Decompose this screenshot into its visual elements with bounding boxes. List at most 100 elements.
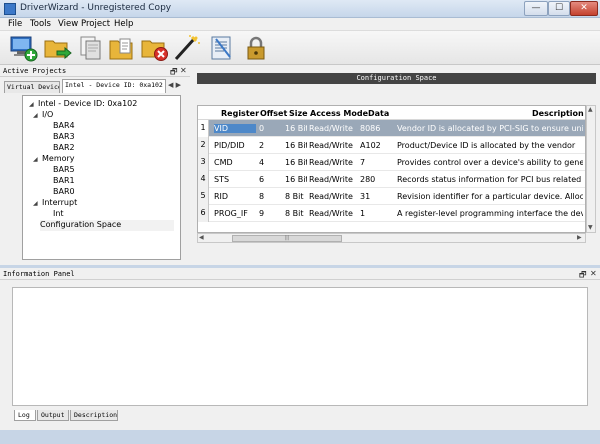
vertical-scrollbar[interactable]: ▲ ▼ — [586, 105, 596, 233]
menu-help[interactable]: Help — [114, 19, 133, 29]
tab-log[interactable]: Log — [14, 410, 36, 421]
scroll-thumb[interactable]: ||| — [232, 235, 342, 242]
cell-access-mode: Read/Write — [309, 158, 353, 167]
tab-intel-device[interactable]: Intel - Device ID: 0xa102 — [62, 79, 166, 93]
new-project-button[interactable] — [9, 33, 39, 63]
cell-offset: 9 — [259, 209, 265, 218]
cell-size: 8 Bit — [285, 192, 304, 201]
cell-access-mode: Read/Write — [309, 209, 353, 218]
column-header-register[interactable]: Register — [221, 109, 259, 118]
scroll-down-icon[interactable]: ▼ — [588, 224, 593, 231]
menu-project[interactable]: Project — [81, 19, 110, 29]
expand-arrow-icon[interactable]: ◢ — [33, 112, 38, 119]
scroll-right-icon[interactable]: ▶ — [577, 234, 582, 241]
open-project-icon — [44, 40, 72, 60]
cell-register: RID — [214, 192, 229, 201]
table-row[interactable]: 2 PID/DID 2 16 Bit Read/Write A102 Produ… — [198, 137, 585, 154]
tab-description[interactable]: Description — [70, 410, 118, 421]
open-project-button[interactable] — [43, 33, 73, 63]
pin-icon[interactable]: 🗗 — [170, 66, 178, 80]
table-row[interactable]: 5 RID 8 8 Bit Read/Write 31 Revision ide… — [198, 188, 585, 205]
log-text-area[interactable] — [12, 287, 588, 406]
cell-description: Records status information for PCI bus r… — [397, 175, 583, 184]
configuration-space-panel: Configuration Space Register Offset Size… — [197, 73, 596, 245]
close-project-button[interactable] — [140, 33, 170, 63]
generate-code-icon — [174, 35, 200, 61]
tab-scroll: ◀ ▶ — [168, 81, 188, 92]
tree-item-bar3[interactable]: BAR3 — [53, 132, 75, 143]
cell-data[interactable]: 1 — [360, 209, 394, 218]
compile-icon — [211, 36, 231, 60]
column-header-access-mode[interactable]: Access Mode — [310, 109, 368, 118]
tree-item-configuration-space[interactable]: Configuration Space — [40, 220, 174, 231]
close-panel-icon[interactable]: ✕ — [180, 66, 187, 75]
tab-output[interactable]: Output — [37, 410, 69, 421]
project-tree: ◢ Intel - Device ID: 0xa102 ◢ I/O BAR4 B… — [22, 95, 181, 260]
cell-description: Provides control over a device's ability… — [397, 158, 583, 167]
tree-item-bar4[interactable]: BAR4 — [53, 121, 75, 132]
register-lock-button[interactable] — [241, 33, 271, 63]
tree-item-int[interactable]: Int — [53, 209, 64, 220]
column-header-description[interactable]: Description — [532, 109, 584, 118]
cell-access-mode: Read/Write — [309, 175, 353, 184]
menu-tools[interactable]: Tools — [30, 19, 51, 29]
close-project-icon — [141, 40, 168, 61]
close-panel-icon[interactable]: ✕ — [590, 269, 597, 278]
title-bar: DriverWizard - Unregistered Copy — ☐ ✕ — [0, 0, 600, 18]
chevron-right-icon[interactable]: ▶ — [176, 81, 181, 89]
table-row[interactable]: 6 PROG_IF 9 8 Bit Read/Write 1 A registe… — [198, 205, 585, 222]
tab-virtual-device[interactable]: Virtual Device — [4, 81, 60, 93]
cell-register: CMD — [214, 158, 233, 167]
cell-offset: 8 — [259, 192, 265, 201]
expand-arrow-icon[interactable]: ◢ — [29, 101, 34, 108]
row-number: 1 — [198, 120, 209, 137]
scroll-left-icon[interactable]: ◀ — [199, 234, 204, 241]
column-header-size[interactable]: Size — [289, 109, 308, 118]
cell-data[interactable]: A102 — [360, 141, 394, 150]
column-header-data[interactable]: Data — [368, 109, 389, 118]
cell-size: 16 Bit — [285, 124, 307, 133]
register-table: Register Offset Size Access Mode Data De… — [197, 105, 586, 233]
column-header-offset[interactable]: Offset — [260, 109, 287, 118]
minimize-button[interactable]: — — [524, 1, 548, 16]
copy-project-button[interactable] — [76, 33, 106, 63]
configuration-space-title: Configuration Space — [197, 73, 596, 84]
pin-icon[interactable]: 🗗 — [579, 269, 587, 283]
cell-description: Product/Device ID is allocated by the ve… — [397, 141, 576, 150]
cell-data[interactable]: 8086 — [360, 124, 394, 133]
cell-register: STS — [214, 175, 230, 184]
expand-arrow-icon[interactable]: ◢ — [33, 156, 38, 163]
table-header: Register Offset Size Access Mode Data De… — [198, 106, 585, 120]
row-number: 3 — [198, 154, 209, 171]
cell-offset: 2 — [259, 141, 265, 150]
app-icon — [4, 3, 16, 15]
tree-item-bar1[interactable]: BAR1 — [53, 176, 75, 187]
menu-file[interactable]: File — [8, 19, 22, 29]
tree-item-bar5[interactable]: BAR5 — [53, 165, 75, 176]
close-button[interactable]: ✕ — [570, 1, 598, 16]
toolbar — [0, 31, 600, 65]
panel-title: Information Panel — [3, 270, 75, 278]
tree-item-bar0[interactable]: BAR0 — [53, 187, 75, 198]
cell-size: 8 Bit — [285, 209, 304, 218]
horizontal-scrollbar[interactable]: ◀ ||| ▶ — [197, 233, 586, 243]
maximize-button[interactable]: ☐ — [548, 1, 570, 16]
cell-access-mode: Read/Write — [309, 141, 353, 150]
menu-view[interactable]: View — [58, 19, 78, 29]
scroll-up-icon[interactable]: ▲ — [588, 106, 593, 113]
information-panel-header: Information Panel 🗗 ✕ — [0, 268, 600, 280]
table-row[interactable]: 1 VID 0 16 Bit Read/Write 8086 Vendor ID… — [198, 120, 585, 137]
expand-arrow-icon[interactable]: ◢ — [33, 200, 38, 207]
cell-data[interactable]: 280 — [360, 175, 394, 184]
table-row[interactable]: 4 STS 6 16 Bit Read/Write 280 Records st… — [198, 171, 585, 188]
cell-description: Vendor ID is allocated by PCI-SIG to ens… — [397, 124, 583, 133]
chevron-left-icon[interactable]: ◀ — [168, 81, 173, 89]
cell-data[interactable]: 31 — [360, 192, 394, 201]
table-row[interactable]: 3 CMD 4 16 Bit Read/Write 7 Provides con… — [198, 154, 585, 171]
main-area: Active Projects 🗗 ✕ Virtual Device Intel… — [0, 65, 600, 265]
cell-data[interactable]: 7 — [360, 158, 394, 167]
save-project-button[interactable] — [108, 33, 138, 63]
tree-item-bar2[interactable]: BAR2 — [53, 143, 75, 154]
compile-button[interactable] — [206, 33, 236, 63]
generate-code-button[interactable] — [172, 33, 202, 63]
